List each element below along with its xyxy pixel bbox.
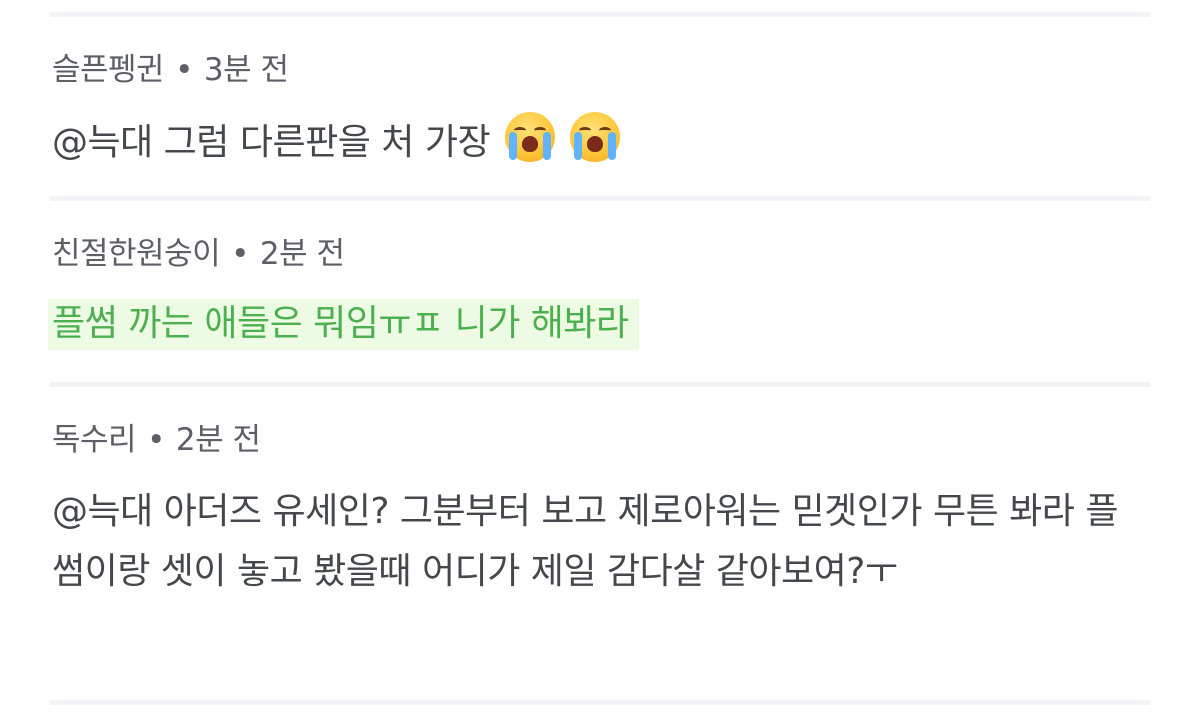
- divider: [50, 700, 1150, 705]
- divider: [50, 12, 1150, 17]
- comment-body: @늑대 그럼 다른판을 처 가장: [52, 112, 1150, 171]
- comment-item: 친절한원숭이 • 2분 전 플썸 까는 애들은 뭐임ㅠㅍ 니가 해봐라: [48, 234, 1150, 352]
- comment-author[interactable]: 독수리: [52, 422, 137, 458]
- comment-body: 플썸 까는 애들은 뭐임ㅠㅍ 니가 해봐라: [48, 296, 1150, 352]
- comment-text: @늑대 그럼 다른판을 처 가장: [52, 122, 491, 163]
- meta-separator: •: [231, 236, 249, 272]
- comment-author[interactable]: 친절한원숭이: [52, 236, 221, 272]
- comment-meta: 독수리 • 2분 전: [52, 420, 1150, 460]
- meta-separator: •: [175, 52, 193, 88]
- comment-text-highlighted: 플썸 까는 애들은 뭐임ㅠㅍ 니가 해봐라: [48, 299, 639, 350]
- loudly-crying-face-icon: [505, 112, 556, 162]
- divider: [50, 382, 1150, 387]
- comment-time: 2분 전: [175, 422, 261, 458]
- comment-item: 슬픈펭귄 • 3분 전 @늑대 그럼 다른판을 처 가장: [52, 50, 1150, 171]
- comment-body: @늑대 아더즈 유세인? 그분부터 보고 제로아워는 믿겟인가 무튼 봐라 플썸…: [52, 482, 1150, 602]
- comment-item: 독수리 • 2분 전 @늑대 아더즈 유세인? 그분부터 보고 제로아워는 믿겟인가…: [52, 420, 1150, 602]
- comment-meta: 친절한원숭이 • 2분 전: [52, 234, 1150, 274]
- meta-separator: •: [147, 422, 165, 458]
- comment-author[interactable]: 슬픈펭귄: [52, 52, 165, 88]
- loudly-crying-face-icon: [570, 112, 620, 162]
- comment-list: 슬픈펭귄 • 3분 전 @늑대 그럼 다른판을 처 가장 친절한원숭이 • 2분 전 플…: [0, 0, 1200, 724]
- comment-meta: 슬픈펭귄 • 3분 전: [52, 50, 1150, 90]
- comment-time: 2분 전: [259, 236, 345, 272]
- comment-text: @늑대 아더즈 유세인? 그분부터 보고 제로아워는 믿겟인가 무튼 봐라 플썸…: [52, 491, 1118, 592]
- divider: [50, 196, 1150, 201]
- comment-time: 3분 전: [203, 52, 289, 88]
